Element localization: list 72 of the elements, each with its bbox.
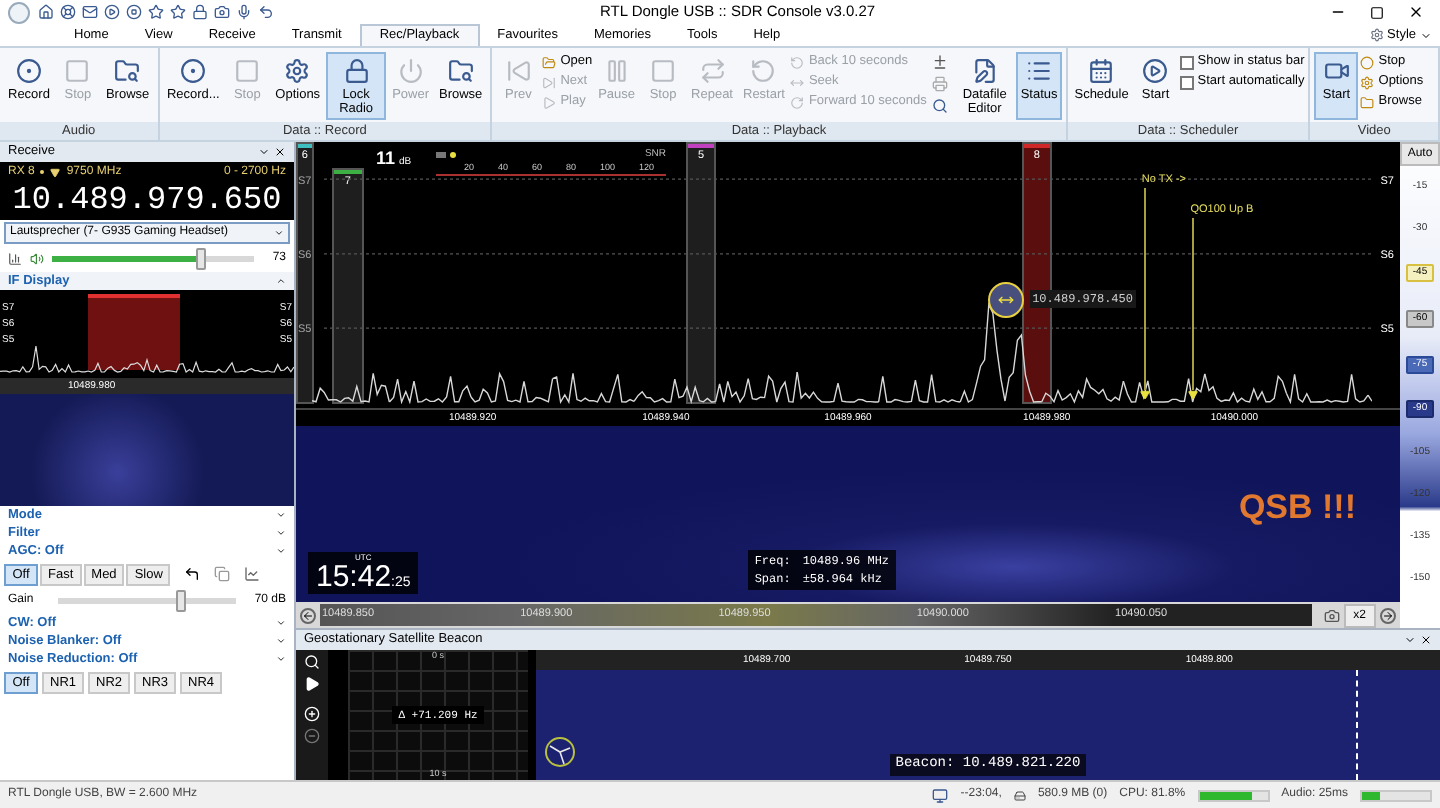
lock-icon [343,58,370,84]
star-icon[interactable] [170,4,186,20]
maximize-icon[interactable] [1370,5,1384,19]
meter-bar-icon [436,151,446,157]
marker-triangle-icon [1139,390,1150,400]
restart-icon [750,58,777,84]
slider-thumb[interactable] [175,590,186,612]
caret-icon[interactable] [1404,634,1416,646]
camera-icon[interactable] [1323,607,1340,623]
caret-icon [274,228,284,238]
play-icon [542,95,557,109]
folder-icon [542,55,557,69]
return-arrow-icon[interactable] [184,566,201,582]
slider-thumb[interactable] [195,248,206,270]
caret-icon[interactable] [258,146,270,158]
home-icon[interactable] [38,4,54,20]
annotation-text: QSB !!! [1238,486,1356,530]
search-icon[interactable] [932,98,949,114]
power-icon [397,58,424,84]
caret-icon [276,276,286,286]
rewind-arrow-icon [790,55,805,69]
record-icon [180,58,207,84]
video-camera-icon [1323,58,1350,84]
tuning-cursor[interactable] [987,282,1024,318]
camera-icon[interactable] [214,4,230,20]
speaker-icon[interactable] [30,252,44,266]
checkbox[interactable] [1179,55,1194,69]
record-icon [15,58,42,84]
zoom-out-icon[interactable] [304,728,320,744]
star-icon[interactable] [148,4,164,20]
play-circle-icon [1142,58,1169,84]
snr-reading: 11 [376,148,396,168]
double-arrow-icon [997,292,1014,308]
lock-icon[interactable] [192,4,208,20]
list-icon [1026,58,1053,84]
zoom-in-icon[interactable] [304,706,320,722]
seek-arrows-icon [790,75,805,89]
file-pen-icon [971,58,998,84]
bars-icon[interactable] [8,252,22,266]
compass-icon [544,736,576,768]
close-icon[interactable] [274,146,286,158]
close-icon[interactable] [1420,634,1432,646]
marker-triangle-icon [1188,390,1199,400]
frequency-readout: 10.489.979.650 [10,180,284,220]
repeat-icon [699,58,726,84]
passband-highlight [88,294,180,370]
pause-icon [603,58,630,84]
mail-icon[interactable] [82,4,98,20]
caret-icon [1420,29,1432,41]
gear-icon [284,58,311,84]
checkbox[interactable] [1179,75,1194,89]
play-icon[interactable] [104,4,120,20]
lifebuoy-icon[interactable] [60,4,76,20]
calendar-icon [1088,58,1115,84]
close-icon[interactable] [1408,4,1424,20]
graph-icon[interactable] [244,566,261,582]
gear-icon [1369,28,1384,42]
undo-icon[interactable] [258,4,274,20]
triangle-icon [50,167,61,177]
skip-back-icon [505,58,532,84]
plus-minus-icon[interactable] [932,54,949,70]
folder-search-icon [447,58,474,84]
copy-icon[interactable] [214,566,231,582]
microphone-icon[interactable] [236,4,252,20]
drive-icon [1013,789,1026,801]
skip-forward-icon [542,75,557,89]
gear-icon [1360,75,1375,89]
folder-icon [1360,95,1375,109]
folder-search-icon [114,58,141,84]
clock-time: 15:42 [316,561,392,593]
forward-arrow-icon [790,95,805,109]
monitor-icon [932,787,949,803]
